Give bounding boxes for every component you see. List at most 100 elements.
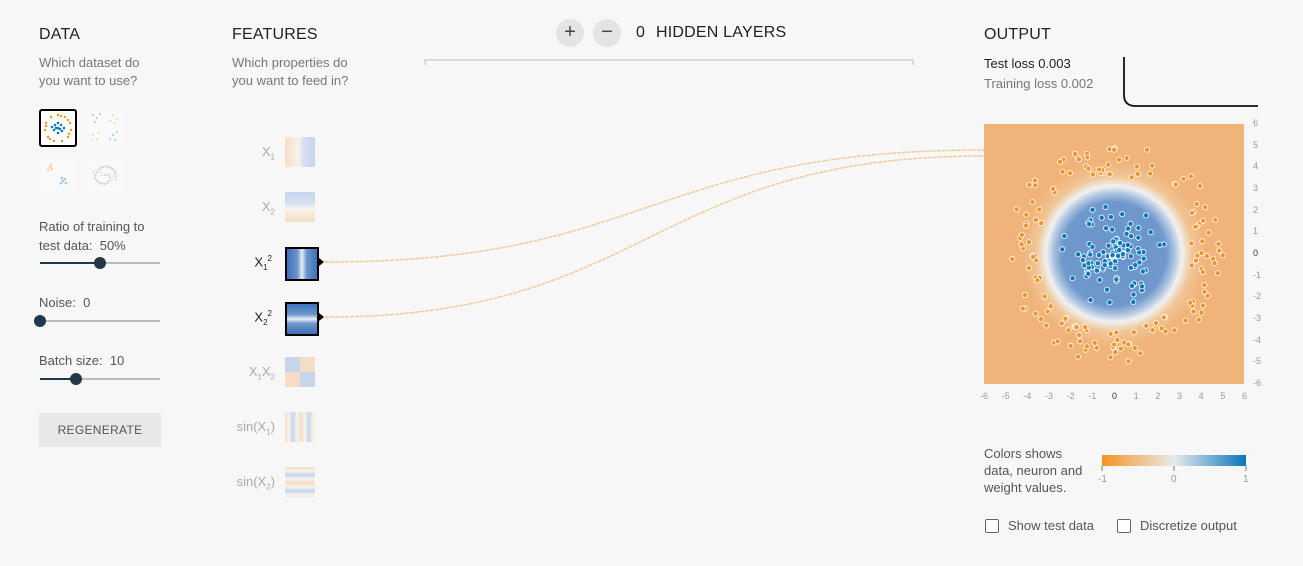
data-point bbox=[1114, 336, 1121, 343]
data-point bbox=[1110, 238, 1117, 245]
data-point bbox=[1156, 241, 1163, 248]
x-tick: 4 bbox=[1198, 391, 1204, 401]
x-tick: 0 bbox=[1112, 391, 1118, 401]
x-tick: 2 bbox=[1155, 391, 1161, 401]
data-point bbox=[1187, 173, 1194, 180]
data-point bbox=[1038, 220, 1045, 227]
data-point bbox=[1107, 330, 1114, 337]
data-point bbox=[1093, 344, 1100, 351]
wire-x1-squared-to-output[interactable] bbox=[324, 149, 986, 263]
data-point bbox=[1069, 275, 1076, 282]
legend-min: -1 bbox=[1098, 474, 1107, 485]
data-point bbox=[1103, 225, 1110, 232]
data-point bbox=[1113, 276, 1120, 283]
wire-x2-squared-to-output[interactable] bbox=[324, 155, 986, 318]
data-point bbox=[1089, 206, 1096, 213]
data-point bbox=[1032, 182, 1039, 189]
x-tick: -3 bbox=[1045, 391, 1054, 401]
scatter-points bbox=[1009, 145, 1226, 365]
data-point bbox=[1127, 253, 1134, 260]
discretize-output-label[interactable]: Discretize output bbox=[1140, 518, 1237, 533]
data-point bbox=[1115, 252, 1122, 259]
discretize-output-checkbox[interactable] bbox=[1117, 519, 1131, 533]
data-point bbox=[1108, 213, 1115, 220]
data-point bbox=[1200, 217, 1207, 224]
y-tick: -1 bbox=[1253, 269, 1262, 280]
data-point bbox=[1105, 161, 1112, 168]
data-point bbox=[1075, 156, 1082, 163]
y-tick: -6 bbox=[1253, 378, 1262, 388]
data-point bbox=[1109, 226, 1116, 233]
data-point bbox=[1054, 338, 1061, 345]
data-point bbox=[1135, 234, 1142, 241]
data-point bbox=[1029, 199, 1036, 206]
data-point bbox=[1198, 250, 1205, 257]
data-point bbox=[1066, 170, 1073, 177]
show-test-data-checkbox[interactable] bbox=[985, 519, 999, 533]
data-point bbox=[1013, 206, 1020, 213]
data-point bbox=[1030, 253, 1037, 260]
data-point bbox=[1105, 242, 1112, 249]
data-point bbox=[1096, 276, 1103, 283]
data-point bbox=[1212, 216, 1219, 223]
data-point bbox=[1199, 269, 1206, 276]
data-point bbox=[1018, 231, 1025, 238]
y-tick: -2 bbox=[1253, 291, 1262, 302]
data-point bbox=[1073, 324, 1080, 331]
data-point bbox=[1091, 339, 1098, 346]
data-point bbox=[1127, 220, 1134, 227]
data-point bbox=[1116, 156, 1123, 163]
data-point bbox=[1143, 322, 1150, 329]
data-point bbox=[1204, 292, 1211, 299]
data-point bbox=[1196, 183, 1203, 190]
data-point bbox=[1130, 329, 1137, 336]
data-point bbox=[1180, 175, 1187, 182]
data-point bbox=[1134, 170, 1141, 177]
data-point bbox=[1079, 257, 1086, 264]
data-point bbox=[1188, 209, 1195, 216]
data-point bbox=[1058, 320, 1065, 327]
y-tick: 4 bbox=[1253, 161, 1259, 172]
data-point bbox=[1160, 314, 1167, 321]
test-loss-label: Test loss bbox=[984, 56, 1035, 71]
data-point bbox=[1193, 201, 1200, 208]
data-point bbox=[1090, 171, 1097, 178]
data-point bbox=[1193, 257, 1200, 264]
test-loss-value: 0.003 bbox=[1038, 56, 1071, 71]
y-tick: 2 bbox=[1253, 204, 1259, 215]
data-point bbox=[1124, 241, 1131, 248]
data-point bbox=[1132, 261, 1139, 268]
data-point bbox=[1119, 211, 1126, 218]
x-tick: -6 bbox=[980, 391, 989, 401]
data-point bbox=[1034, 277, 1041, 284]
x-tick: -1 bbox=[1088, 391, 1097, 401]
data-point bbox=[1107, 354, 1114, 361]
data-point bbox=[1085, 260, 1092, 267]
color-legend-text: Colors shows data, neuron and weight val… bbox=[984, 445, 1082, 496]
legend-max: 1 bbox=[1243, 474, 1249, 485]
show-test-data-label[interactable]: Show test data bbox=[1008, 518, 1094, 533]
data-point bbox=[1084, 154, 1091, 161]
data-point bbox=[1215, 240, 1222, 247]
data-point bbox=[1021, 291, 1028, 298]
data-point bbox=[1075, 353, 1082, 360]
data-point bbox=[1143, 212, 1150, 219]
data-point bbox=[1130, 299, 1137, 306]
output-heatmap[interactable] bbox=[984, 124, 1244, 384]
y-tick: 1 bbox=[1253, 226, 1259, 237]
data-point bbox=[1172, 181, 1179, 188]
data-point bbox=[1106, 299, 1113, 306]
data-point bbox=[1025, 264, 1032, 271]
data-point bbox=[1025, 239, 1032, 246]
data-point bbox=[1140, 255, 1147, 262]
data-point bbox=[1009, 256, 1016, 263]
data-point bbox=[1128, 282, 1135, 289]
data-point bbox=[1041, 293, 1048, 300]
data-point bbox=[1089, 243, 1096, 250]
data-point bbox=[1117, 345, 1124, 352]
y-tick: -5 bbox=[1253, 356, 1262, 367]
data-point bbox=[1143, 146, 1150, 153]
color-legend-bar bbox=[1102, 455, 1246, 466]
data-point bbox=[1138, 283, 1145, 290]
data-point bbox=[1182, 317, 1189, 324]
